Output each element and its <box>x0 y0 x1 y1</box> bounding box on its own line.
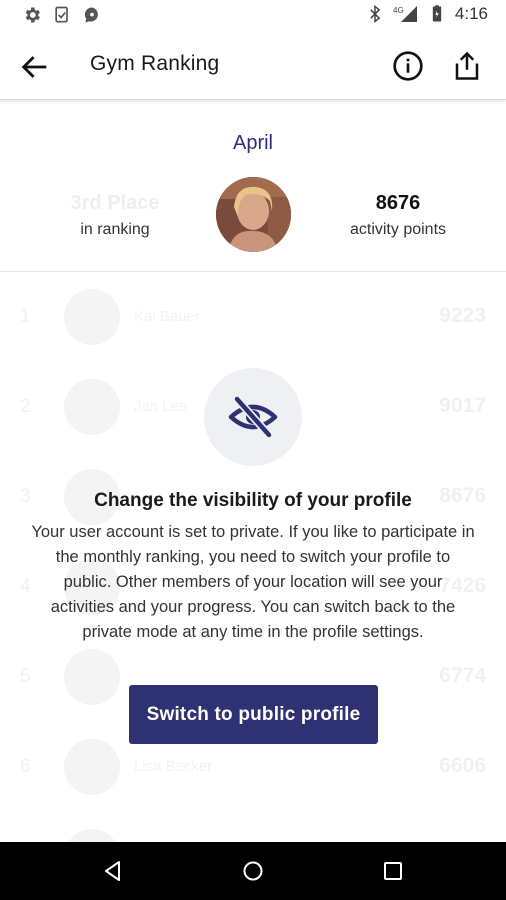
list-name: Lisa Becker <box>134 758 213 775</box>
list-points: 6606 <box>439 754 486 777</box>
recents-square-icon[interactable] <box>381 859 405 883</box>
list-avatar <box>64 829 120 842</box>
place-value: 3rd Place <box>70 192 160 214</box>
dialog-title: Change the visibility of your profile <box>94 490 412 511</box>
status-time: 4:16 <box>454 4 488 23</box>
bluetooth-icon <box>370 4 381 24</box>
status-bar-notifications <box>22 5 102 25</box>
info-icon[interactable] <box>392 50 424 82</box>
list-rank: 4 <box>20 576 31 597</box>
list-name: Jan Lee <box>134 398 188 415</box>
list-rank: 1 <box>20 306 31 327</box>
list-item <box>0 812 506 842</box>
place-caption: in ranking <box>80 221 150 238</box>
task-check-icon <box>55 6 68 23</box>
list-points: 9017 <box>439 394 486 417</box>
profile-photo <box>216 177 291 252</box>
home-circle-icon[interactable] <box>241 859 265 883</box>
battery-icon <box>432 5 442 22</box>
list-avatar <box>64 649 120 705</box>
network-label: 4G <box>393 6 404 15</box>
navigation-bar <box>0 842 506 900</box>
back-arrow-icon[interactable] <box>18 50 52 84</box>
list-avatar <box>64 289 120 345</box>
list-rank: 5 <box>20 666 31 687</box>
list-item: 1 Kai Bauer 9223 <box>0 272 506 362</box>
dialog-body: Your user account is set to private. If … <box>31 523 475 641</box>
avatar <box>216 177 291 252</box>
list-avatar <box>64 379 120 435</box>
ranking-place: 3rd Place in ranking <box>40 192 190 239</box>
status-bar-system: 4G 4:16 <box>365 4 488 24</box>
ranking-month: April <box>232 132 273 154</box>
ranking-points: 8676 activity points <box>330 192 466 239</box>
share-icon[interactable] <box>452 49 482 83</box>
points-caption: activity points <box>349 221 447 238</box>
eye-slash-icon <box>228 396 278 438</box>
message-bubble-icon <box>84 7 98 23</box>
gear-icon <box>25 7 40 23</box>
eye-slash-badge <box>204 368 302 466</box>
app-bar: Gym Ranking <box>0 32 506 100</box>
signal-4g-icon: 4G <box>393 6 417 22</box>
list-rank: 6 <box>20 756 31 777</box>
status-bar: 4G 4:16 <box>0 0 506 32</box>
list-rank: 2 <box>20 396 31 417</box>
list-avatar <box>64 739 120 795</box>
page-title: Gym Ranking <box>90 52 220 75</box>
points-value: 8676 <box>375 192 421 214</box>
list-points: 6774 <box>439 664 486 687</box>
switch-to-public-button[interactable]: Switch to public profile <box>129 685 378 744</box>
list-points: 9223 <box>439 304 486 327</box>
list-name: Kai Bauer <box>134 308 200 325</box>
back-triangle-icon[interactable] <box>101 859 125 883</box>
